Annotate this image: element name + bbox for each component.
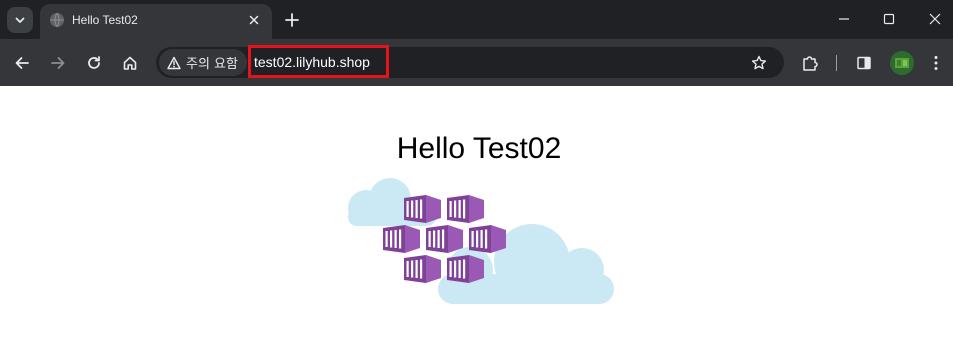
reload-icon	[88, 56, 100, 69]
kebab-menu-icon	[934, 56, 938, 70]
extensions-button[interactable]	[798, 51, 822, 75]
browser-toolbar: 주의 요함 test02.lilyhub.shop	[0, 39, 953, 86]
new-tab-button[interactable]	[281, 9, 303, 31]
container-cube-icon	[426, 225, 463, 253]
plus-icon	[285, 13, 299, 27]
security-chip[interactable]: 주의 요함	[159, 49, 247, 76]
side-panel-button[interactable]	[852, 51, 876, 75]
profile-extension-icon	[895, 58, 909, 68]
minimize-button[interactable]	[833, 9, 855, 29]
container-cube-icon	[404, 255, 441, 283]
maximize-icon	[883, 13, 895, 25]
side-panel-icon	[857, 56, 871, 70]
tab-search-button[interactable]	[7, 7, 33, 33]
browser-tab[interactable]: Hello Test02	[40, 4, 272, 39]
forward-button[interactable]	[46, 51, 70, 75]
reload-button[interactable]	[82, 51, 106, 75]
puzzle-icon	[803, 56, 818, 71]
profile-avatar[interactable]	[890, 51, 914, 75]
home-icon	[123, 56, 137, 70]
page-heading: Hello Test02	[396, 132, 562, 165]
chevron-down-icon	[15, 17, 25, 23]
tab-close-button[interactable]	[245, 11, 263, 29]
warning-triangle-icon	[167, 56, 181, 69]
container-cube-icon	[447, 255, 484, 283]
container-cube-icon	[447, 195, 484, 223]
back-button[interactable]	[10, 51, 34, 75]
container-cube-icon	[383, 225, 420, 253]
page-content: Hello Test02	[0, 86, 953, 346]
omnibox[interactable]: 주의 요함 test02.lilyhub.shop	[156, 45, 784, 78]
browser-menu-button[interactable]	[924, 51, 948, 75]
container-apps-logo-icon	[348, 178, 614, 304]
container-cube-icon	[404, 195, 441, 223]
close-icon	[249, 15, 259, 25]
toolbar-divider	[836, 55, 837, 71]
container-cube-icon	[469, 225, 506, 253]
maximize-button[interactable]	[878, 9, 900, 29]
close-icon	[929, 13, 941, 25]
arrow-right-icon	[51, 57, 65, 69]
star-icon	[751, 55, 767, 70]
security-label: 주의 요함	[186, 57, 238, 72]
address-bar-url[interactable]: test02.lilyhub.shop	[254, 54, 370, 70]
arrow-left-icon	[15, 57, 29, 69]
tab-strip: Hello Test02	[0, 0, 953, 39]
bookmark-button[interactable]	[749, 53, 769, 73]
minimize-icon	[839, 18, 849, 20]
home-button[interactable]	[118, 51, 142, 75]
tab-title: Hello Test02	[72, 13, 138, 27]
globe-icon	[50, 12, 64, 28]
close-window-button[interactable]	[924, 9, 946, 29]
